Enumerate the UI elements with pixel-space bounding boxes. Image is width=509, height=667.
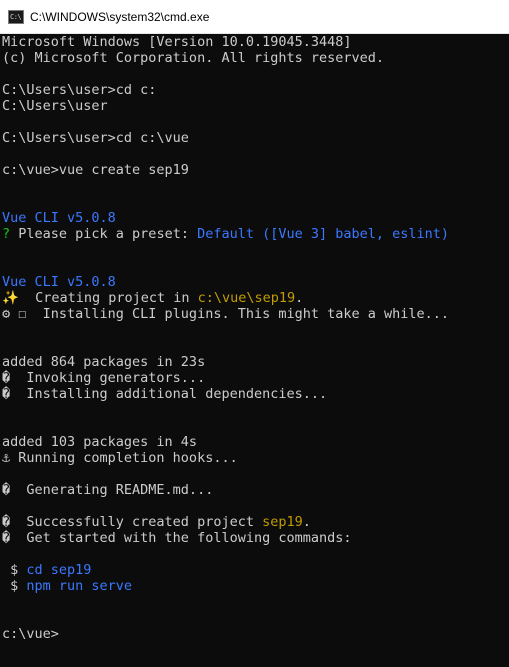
console-line: Vue CLI v5.0.8: [2, 274, 507, 290]
console-line: � Installing additional dependencies...: [2, 386, 507, 402]
console-text: c:\vue>: [2, 626, 59, 642]
title-bar[interactable]: C:\ C:\WINDOWS\system32\cmd.exe: [0, 0, 509, 34]
console-text: � Successfully created project: [2, 514, 263, 530]
console-text: Default ([Vue 3] babel, eslint): [197, 226, 450, 242]
console-line: C:\Users\user: [2, 98, 507, 114]
console-text: � Invoking generators...: [2, 370, 206, 386]
console-text: added 864 packages in 23s: [2, 354, 206, 370]
console-text: Vue CLI v5.0.8: [2, 210, 116, 226]
console-line: c:\vue>vue create sep19: [2, 162, 507, 178]
console-text: cd sep19: [26, 562, 92, 578]
console-line: Microsoft Windows [Version 10.0.19045.34…: [2, 34, 507, 50]
console-text: $: [2, 562, 27, 578]
console-line: $ cd sep19: [2, 562, 507, 578]
console-text: Vue CLI v5.0.8: [2, 274, 116, 290]
console-text: .: [295, 290, 304, 306]
console-text: Please pick a preset:: [10, 226, 198, 242]
console-line: � Generating README.md...: [2, 482, 507, 498]
console-line: � Invoking generators...: [2, 370, 507, 386]
console-text: .: [302, 514, 311, 530]
console-line: added 103 packages in 4s: [2, 434, 507, 450]
console-line: (c) Microsoft Corporation. All rights re…: [2, 50, 507, 66]
console-text: Microsoft Windows [Version 10.0.19045.34…: [2, 34, 352, 50]
console-text: (c) Microsoft Corporation. All rights re…: [2, 50, 385, 66]
console-line: $ npm run serve: [2, 578, 507, 594]
cmd-icon[interactable]: C:\: [8, 9, 24, 24]
cmd-icon-text: C:\: [10, 12, 22, 21]
console-line: c:\vue>: [2, 626, 507, 642]
console-text: sep19: [262, 514, 303, 530]
console-text: $: [2, 578, 27, 594]
console-line: C:\Users\user>cd c:\vue: [2, 130, 507, 146]
console-text: ⚓ Running completion hooks...: [2, 450, 238, 466]
console-text: � Generating README.md...: [2, 482, 214, 498]
window-title: C:\WINDOWS\system32\cmd.exe: [30, 9, 210, 24]
console-output[interactable]: Microsoft Windows [Version 10.0.19045.34…: [2, 34, 507, 642]
console-text: C:\Users\user: [2, 98, 108, 114]
console-text: ?: [2, 226, 11, 242]
console-text: C:\Users\user>cd c:\vue: [2, 130, 189, 146]
console-text: � Get started with the following command…: [2, 530, 352, 546]
console-line: ⚙ ☐ Installing CLI plugins. This might t…: [2, 306, 507, 322]
console-line: Vue CLI v5.0.8: [2, 210, 507, 226]
console-text: added 103 packages in 4s: [2, 434, 198, 450]
console-text: ✨ Creating project in: [2, 290, 198, 306]
console-line: ? Please pick a preset: Default ([Vue 3]…: [2, 226, 507, 242]
console-text: c:\vue\sep19: [197, 290, 296, 306]
console-text: C:\Users\user>cd c:: [2, 82, 157, 98]
console-line: C:\Users\user>cd c:: [2, 82, 507, 98]
console-line: � Successfully created project sep19.: [2, 514, 507, 530]
console-text: ⚙ ☐ Installing CLI plugins. This might t…: [2, 306, 450, 322]
console-line: ✨ Creating project in c:\vue\sep19.: [2, 290, 507, 306]
console-line: added 864 packages in 23s: [2, 354, 507, 370]
console-text: c:\vue>vue create sep19: [2, 162, 189, 178]
cmd-window: C:\ C:\WINDOWS\system32\cmd.exe Microsof…: [0, 0, 509, 667]
console-line: ⚓ Running completion hooks...: [2, 450, 507, 466]
console-text: npm run serve: [26, 578, 133, 594]
console-text: � Installing additional dependencies...: [2, 386, 328, 402]
console-line: � Get started with the following command…: [2, 530, 507, 546]
